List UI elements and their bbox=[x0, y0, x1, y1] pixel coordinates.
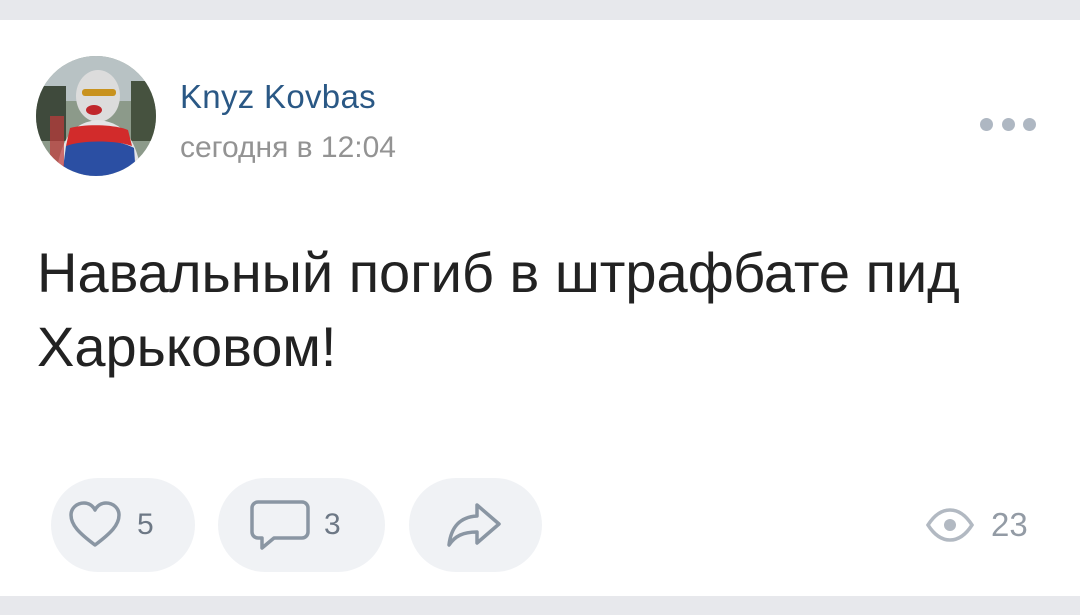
more-dot-icon bbox=[1001, 117, 1015, 131]
like-button[interactable]: 5 bbox=[51, 478, 195, 572]
more-dot-icon bbox=[1023, 117, 1036, 131]
feed-divider-top bbox=[0, 0, 1080, 20]
avatar[interactable] bbox=[36, 56, 156, 176]
feed-divider-bottom bbox=[0, 596, 1080, 615]
comment-button[interactable]: 3 bbox=[218, 478, 385, 572]
share-arrow-icon bbox=[447, 503, 501, 547]
comment-icon bbox=[250, 500, 310, 550]
post-text: Навальный погиб в штрафбате пид Харьково… bbox=[37, 241, 960, 378]
views-counter: 23 bbox=[925, 500, 1028, 550]
like-count: 5 bbox=[137, 508, 154, 541]
share-button[interactable] bbox=[409, 478, 542, 572]
views-count: 23 bbox=[991, 506, 1028, 543]
more-options-button[interactable] bbox=[980, 110, 1036, 138]
heart-icon bbox=[69, 501, 121, 547]
post-timestamp[interactable]: сегодня в 12:04 bbox=[180, 131, 396, 165]
author-name[interactable]: Knyz Kovbas bbox=[180, 78, 376, 116]
comment-count: 3 bbox=[324, 508, 341, 541]
eye-icon bbox=[925, 508, 975, 542]
more-dot-icon bbox=[980, 117, 993, 131]
avatar-photo bbox=[36, 56, 156, 176]
